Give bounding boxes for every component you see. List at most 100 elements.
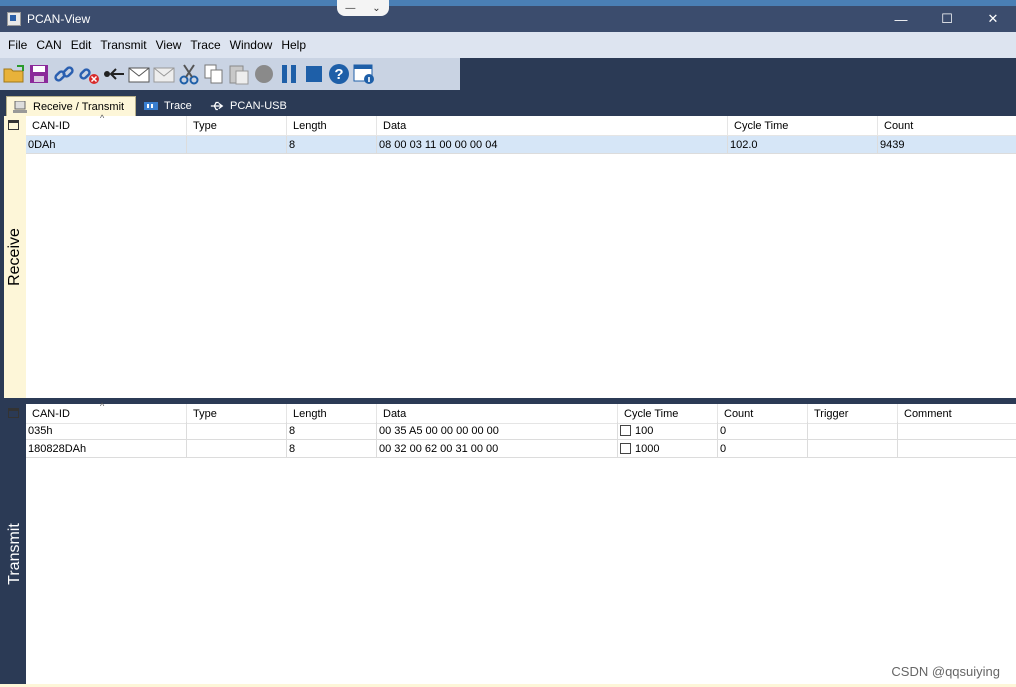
sort-caret-icon: ^ xyxy=(100,401,105,411)
svg-text:?: ? xyxy=(334,66,343,83)
col-trigger[interactable]: Trigger xyxy=(808,404,898,424)
about-icon[interactable] xyxy=(353,63,375,85)
col-cycle-time[interactable]: Cycle Time xyxy=(618,404,718,424)
toolbar-empty-area xyxy=(460,58,1016,90)
watermark: CSDN @qqsuiying xyxy=(891,664,1000,679)
menu-view[interactable]: View xyxy=(152,38,186,52)
reset-icon[interactable] xyxy=(103,63,125,85)
menu-bar: File CAN Edit Transmit View Trace Window… xyxy=(0,32,1016,58)
cycle-checkbox[interactable] xyxy=(620,425,631,436)
menu-window[interactable]: Window xyxy=(226,38,277,52)
cell-comment xyxy=(898,422,1016,440)
cell-trigger xyxy=(808,440,898,458)
table-row[interactable]: 0DAh 8 08 00 03 11 00 00 00 04 102.0 943… xyxy=(26,136,1016,154)
transmit-label: Transmit xyxy=(6,523,24,585)
menu-file[interactable]: File xyxy=(4,38,31,52)
connect-icon[interactable] xyxy=(53,63,75,85)
receive-grid: ^ CAN-ID Type Length Data Cycle Time Cou… xyxy=(8,113,1016,398)
menu-trace[interactable]: Trace xyxy=(186,38,224,52)
cycle-checkbox[interactable] xyxy=(620,443,631,454)
col-data[interactable]: Data xyxy=(377,404,618,424)
pause-icon[interactable] xyxy=(278,63,300,85)
tab-label: PCAN-USB xyxy=(230,100,287,112)
cell-cycle-time: 1000 xyxy=(618,440,718,458)
col-data[interactable]: Data xyxy=(377,116,728,136)
table-row[interactable]: 035h 8 00 35 A5 00 00 00 00 00 100 0 xyxy=(26,422,1016,440)
tab-label: Receive / Transmit xyxy=(33,100,125,113)
window-snap-pill[interactable]: — ⌄ xyxy=(337,0,389,16)
receive-side-panel: Receive xyxy=(4,116,26,398)
usb-icon xyxy=(210,101,224,111)
cell-data: 08 00 03 11 00 00 00 04 xyxy=(377,136,728,154)
title-bar: PCAN-View — ☐ ✕ xyxy=(0,6,1016,32)
cell-count: 0 xyxy=(718,422,808,440)
minimize-button[interactable]: — xyxy=(878,6,924,32)
tab-trace[interactable]: Trace xyxy=(138,96,202,116)
maximize-button[interactable]: ☐ xyxy=(924,6,970,32)
menu-edit[interactable]: Edit xyxy=(67,38,96,52)
cell-data: 00 35 A5 00 00 00 00 00 xyxy=(377,422,618,440)
cell-type xyxy=(187,136,287,154)
col-length[interactable]: Length xyxy=(287,116,377,136)
trace-icon xyxy=(144,102,158,110)
col-comment[interactable]: Comment xyxy=(898,404,1016,424)
col-can-id[interactable]: ^ CAN-ID xyxy=(8,401,187,424)
copy-icon[interactable] xyxy=(203,63,225,85)
cell-count: 0 xyxy=(718,440,808,458)
cell-length: 8 xyxy=(287,422,377,440)
menu-help[interactable]: Help xyxy=(277,38,310,52)
send-message-icon[interactable] xyxy=(128,63,150,85)
stop-icon[interactable] xyxy=(303,63,325,85)
receive-pane: Receive ^ CAN-ID Type Length Data Cycle … xyxy=(4,113,1016,398)
cut-icon[interactable] xyxy=(178,63,200,85)
cell-type xyxy=(187,440,287,458)
cell-can-id: 035h xyxy=(26,422,187,440)
transmit-grid: ^ CAN-ID Type Length Data Cycle Time Cou… xyxy=(8,401,1016,684)
cell-can-id: 0DAh xyxy=(26,136,187,154)
paste-icon[interactable] xyxy=(228,63,250,85)
sort-caret-icon: ^ xyxy=(100,113,105,123)
receive-header: ^ CAN-ID Type Length Data Cycle Time Cou… xyxy=(8,113,1016,136)
col-count[interactable]: Count xyxy=(878,116,1016,136)
menu-transmit[interactable]: Transmit xyxy=(96,38,150,52)
window-title: PCAN-View xyxy=(27,12,91,26)
record-icon[interactable] xyxy=(253,63,275,85)
col-type[interactable]: Type xyxy=(187,116,287,136)
menu-can[interactable]: CAN xyxy=(32,38,65,52)
col-length[interactable]: Length xyxy=(287,404,377,424)
tab-pcan-usb[interactable]: PCAN-USB xyxy=(204,96,298,116)
close-button[interactable]: ✕ xyxy=(970,6,1016,32)
monitor-icon xyxy=(13,100,27,113)
tab-bar: Receive / Transmit Trace PCAN-USB xyxy=(0,90,1016,116)
col-can-id[interactable]: ^ CAN-ID xyxy=(8,113,187,136)
disconnect-icon[interactable] xyxy=(78,63,100,85)
tab-receive-transmit[interactable]: Receive / Transmit xyxy=(6,96,136,116)
open-folder-icon[interactable] xyxy=(3,63,25,85)
cell-length: 8 xyxy=(287,440,377,458)
send-disabled-icon[interactable] xyxy=(153,63,175,85)
cell-data: 00 32 00 62 00 31 00 00 xyxy=(377,440,618,458)
app-icon xyxy=(7,12,21,26)
table-row[interactable]: 180828DAh 8 00 32 00 62 00 31 00 00 1000… xyxy=(26,440,1016,458)
minus-icon: — xyxy=(345,2,356,14)
cell-count: 9439 xyxy=(878,136,1016,154)
receive-label: Receive xyxy=(6,228,23,286)
col-count[interactable]: Count xyxy=(718,404,808,424)
tab-label: Trace xyxy=(164,100,192,112)
transmit-pane: Transmit ^ CAN-ID Type Length Data Cycle… xyxy=(4,401,1016,684)
cell-comment xyxy=(898,440,1016,458)
transmit-header: ^ CAN-ID Type Length Data Cycle Time Cou… xyxy=(8,401,1016,424)
grid-menu-icon[interactable] xyxy=(8,120,19,130)
save-icon[interactable] xyxy=(28,63,50,85)
grid-menu-icon[interactable] xyxy=(8,408,19,418)
transmit-side-panel: Transmit xyxy=(4,404,26,684)
help-icon[interactable]: ? xyxy=(328,63,350,85)
cell-cycle-time: 100 xyxy=(618,422,718,440)
cell-cycle-time: 102.0 xyxy=(728,136,878,154)
chevron-down-icon: ⌄ xyxy=(372,2,381,14)
toolbar: ? xyxy=(0,58,460,90)
col-type[interactable]: Type xyxy=(187,404,287,424)
cell-trigger xyxy=(808,422,898,440)
col-cycle-time[interactable]: Cycle Time xyxy=(728,116,878,136)
cell-length: 8 xyxy=(287,136,377,154)
